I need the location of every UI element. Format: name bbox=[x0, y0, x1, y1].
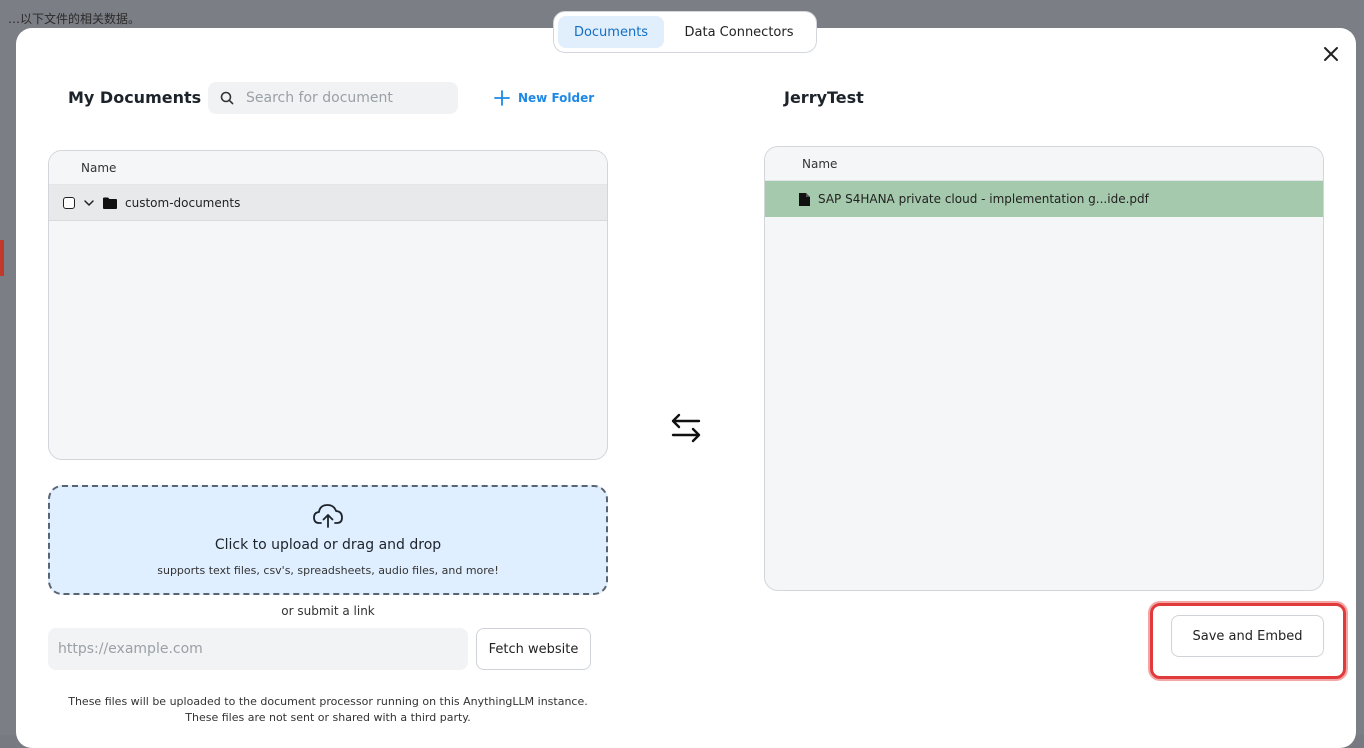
search-input[interactable] bbox=[244, 89, 448, 107]
footnote-line-2: These files are not sent or shared with … bbox=[185, 711, 471, 724]
footnote-line-1: These files will be uploaded to the docu… bbox=[68, 695, 588, 708]
upload-dropzone[interactable]: Click to upload or drag and drop support… bbox=[48, 485, 608, 595]
upload-title: Click to upload or drag and drop bbox=[214, 537, 442, 553]
search-icon bbox=[220, 91, 234, 105]
folder-icon bbox=[103, 197, 117, 209]
close-icon bbox=[1324, 47, 1338, 61]
save-and-embed-button[interactable]: Save and Embed bbox=[1171, 615, 1324, 657]
cloud-upload-icon bbox=[313, 504, 343, 528]
tab-data-connectors[interactable]: Data Connectors bbox=[670, 16, 808, 48]
my-documents-panel: Name custom-documents bbox=[48, 150, 608, 460]
folder-checkbox[interactable] bbox=[63, 196, 75, 209]
plus-icon bbox=[494, 90, 510, 106]
backdrop-text: …以下文件的相关数据。 bbox=[8, 12, 141, 26]
close-button[interactable] bbox=[1320, 43, 1342, 65]
backdrop-accent bbox=[0, 240, 4, 276]
document-search bbox=[208, 82, 458, 114]
fetch-website-button[interactable]: Fetch website bbox=[476, 628, 591, 670]
tab-documents[interactable]: Documents bbox=[558, 16, 664, 48]
swap-arrows-icon bbox=[671, 413, 701, 443]
workspace-documents-panel: Name SAP S4HANA private cloud - implemen… bbox=[764, 146, 1324, 591]
file-row[interactable]: SAP S4HANA private cloud - implementatio… bbox=[765, 181, 1323, 217]
file-name: SAP S4HANA private cloud - implementatio… bbox=[818, 192, 1149, 206]
upload-subtitle: supports text files, csv's, spreadsheets… bbox=[157, 564, 499, 577]
column-header-name: Name bbox=[765, 147, 1323, 181]
new-folder-label: New Folder bbox=[518, 91, 595, 105]
new-folder-button[interactable]: New Folder bbox=[494, 88, 594, 108]
my-documents-title: My Documents bbox=[68, 88, 202, 107]
or-submit-link-label: or submit a link bbox=[281, 604, 375, 618]
upload-footnote: These files will be uploaded to the docu… bbox=[48, 694, 608, 726]
folder-row[interactable]: custom-documents bbox=[49, 185, 607, 221]
folder-name: custom-documents bbox=[125, 195, 241, 210]
chevron-down-icon[interactable] bbox=[83, 197, 95, 209]
file-icon bbox=[799, 192, 810, 206]
workspace-title: JerryTest bbox=[784, 88, 864, 107]
column-header-name: Name bbox=[49, 151, 607, 185]
url-input[interactable] bbox=[48, 628, 468, 670]
modal-tabs: Documents Data Connectors bbox=[553, 11, 817, 53]
